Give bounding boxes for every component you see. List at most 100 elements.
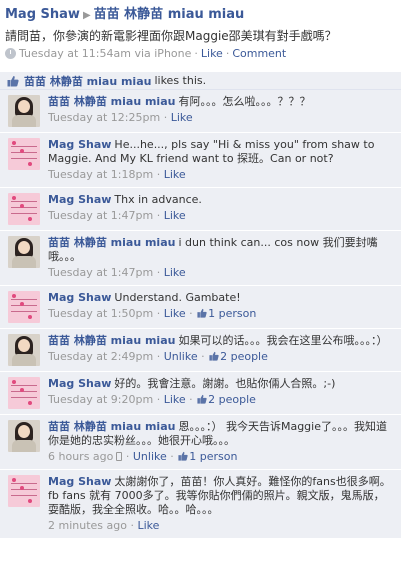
- comment-time: 2 minutes ago: [48, 519, 127, 532]
- comment-item: Mag Shaw Understand. Gambate! Tuesday at 1…: [0, 286, 401, 329]
- comment-body: 苗苗 林静苗 miau miau i dun think can... cos n…: [48, 236, 395, 280]
- comment-item: 苗苗 林静苗 miau miau 有阿。。。怎么啦。。。？？？ Tuesday at…: [0, 90, 401, 133]
- comment-meta: Tuesday at 1:50pm · Like · 1 person: [48, 307, 395, 321]
- comment-like-link[interactable]: Unlike: [133, 450, 167, 463]
- arrow-right-icon: ▶: [82, 10, 91, 21]
- thumbs-up-icon: [7, 75, 19, 86]
- comment-author-link[interactable]: 苗苗 林静苗 miau miau: [48, 236, 175, 249]
- comment-text: 如果可以的话。。。我会在这里公布哦。。。：）: [178, 334, 388, 347]
- likes-name-link[interactable]: 苗苗 林静苗 miau miau: [24, 73, 151, 89]
- post-comment-link[interactable]: Comment: [232, 47, 286, 60]
- comment-like-link[interactable]: Like: [164, 307, 186, 320]
- comment-item: Mag Shaw 太謝謝你了，苗苗！你人真好。難怪你的fans也很多啊。fb fa…: [0, 470, 401, 539]
- avatar[interactable]: [8, 193, 40, 225]
- comment-like-link[interactable]: Like: [171, 111, 193, 124]
- comment-item: Mag Shaw He...he..., pls say "Hi & miss y…: [0, 133, 401, 188]
- meta-separator: ·: [156, 168, 161, 181]
- comment-likes-count[interactable]: 1 person: [189, 450, 237, 463]
- comment-author-link[interactable]: 苗苗 林静苗 miau miau: [48, 95, 175, 108]
- meta-separator: ·: [130, 519, 134, 532]
- comment-time: Tuesday at 1:47pm: [48, 209, 154, 222]
- comment-likes-count[interactable]: 1 person: [208, 307, 256, 320]
- meta-separator: ·: [156, 266, 161, 279]
- comment-like-link[interactable]: Like: [164, 393, 186, 406]
- avatar[interactable]: [8, 475, 40, 507]
- comment-item: Mag Shaw 好的。我會注意。謝謝。也貼你倆人合照。;-) Tuesday at…: [0, 372, 401, 415]
- comment-time: Tuesday at 9:20pm: [48, 393, 154, 406]
- comment-like-link[interactable]: Like: [164, 168, 186, 181]
- comment-body: 苗苗 林静苗 miau miau 恩。。。：） 我今天告诉Maggie了。。。我知…: [48, 420, 395, 464]
- meta-separator: ·: [156, 307, 161, 320]
- post-author-link[interactable]: Mag Shaw: [5, 7, 80, 22]
- post-target-link[interactable]: 苗苗 林静苗 miau miau: [94, 7, 245, 22]
- comment-time: Tuesday at 2:49pm: [48, 350, 154, 363]
- comment-likes-count[interactable]: 2 people: [220, 350, 268, 363]
- avatar[interactable]: [8, 236, 40, 268]
- meta-separator: ·: [156, 209, 161, 222]
- comment-body: 苗苗 林静苗 miau miau 有阿。。。怎么啦。。。？？？ Tuesday at…: [48, 95, 395, 127]
- comment-body: 苗苗 林静苗 miau miau 如果可以的话。。。我会在这里公布哦。。。：） Tu…: [48, 334, 395, 366]
- comment-time: Tuesday at 12:25pm: [48, 111, 161, 124]
- comment-meta: Tuesday at 1:47pm · Like: [48, 266, 395, 280]
- meta-separator: ·: [194, 47, 198, 60]
- comment-list: 苗苗 林静苗 miau miau 有阿。。。怎么啦。。。？？？ Tuesday at…: [0, 90, 401, 539]
- meta-separator: ·: [125, 450, 130, 463]
- meta-separator: ·: [189, 307, 193, 320]
- comment-author-link[interactable]: Mag Shaw: [48, 193, 111, 206]
- meta-separator: ·: [163, 111, 168, 124]
- likes-suffix: likes this.: [154, 74, 207, 87]
- avatar[interactable]: [8, 377, 40, 409]
- comment-author-link[interactable]: Mag Shaw: [48, 475, 111, 488]
- avatar[interactable]: [8, 138, 40, 170]
- comment-time: Tuesday at 1:18pm: [48, 168, 154, 181]
- comment-like-link[interactable]: Unlike: [164, 350, 198, 363]
- clock-icon: [5, 48, 16, 59]
- meta-separator: ·: [156, 350, 161, 363]
- mobile-icon: [116, 452, 123, 461]
- comment-meta: Tuesday at 2:49pm · Unlike · 2 people: [48, 350, 395, 364]
- avatar[interactable]: [8, 334, 40, 366]
- post-like-link[interactable]: Like: [201, 47, 223, 60]
- comment-item: Mag Shaw Thx in advance. Tuesday at 1:47pm…: [0, 188, 401, 231]
- comment-text: Thx in advance.: [114, 193, 202, 206]
- meta-separator: ·: [225, 47, 230, 60]
- comment-author-link[interactable]: Mag Shaw: [48, 138, 111, 151]
- comment-time: Tuesday at 1:50pm: [48, 307, 154, 320]
- comment-item: 苗苗 林静苗 miau miau 恩。。。：） 我今天告诉Maggie了。。。我知…: [0, 415, 401, 470]
- comment-like-link[interactable]: Like: [137, 519, 159, 532]
- meta-separator: ·: [201, 350, 205, 363]
- comment-author-link[interactable]: Mag Shaw: [48, 291, 111, 304]
- meta-separator: ·: [156, 393, 161, 406]
- comment-meta: 2 minutes ago · Like: [48, 519, 395, 533]
- comment-meta: Tuesday at 12:25pm · Like: [48, 111, 395, 125]
- comment-body: Mag Shaw 太謝謝你了，苗苗！你人真好。難怪你的fans也很多啊。fb fa…: [48, 475, 395, 533]
- comment-text: 有阿。。。怎么啦。。。？？？: [178, 95, 311, 108]
- avatar[interactable]: [8, 291, 40, 323]
- comment-time: 6 hours ago: [48, 450, 114, 463]
- comment-meta: 6 hours ago · Unlike · 1 person: [48, 450, 395, 464]
- comment-text: 好的。我會注意。謝謝。也貼你倆人合照。;-): [114, 377, 336, 390]
- comment-time: Tuesday at 1:47pm: [48, 266, 154, 279]
- comment-likes-count[interactable]: 2 people: [208, 393, 256, 406]
- likes-summary: 苗苗 林静苗 miau miau likes this.: [0, 72, 401, 90]
- comment-like-link[interactable]: Like: [164, 266, 186, 279]
- comment-author-link[interactable]: 苗苗 林静苗 miau miau: [48, 420, 175, 433]
- comment-author-link[interactable]: 苗苗 林静苗 miau miau: [48, 334, 175, 347]
- comment-meta: Tuesday at 1:47pm · Like: [48, 209, 395, 223]
- meta-separator: ·: [189, 393, 193, 406]
- post-time: Tuesday at 11:54am via iPhone: [19, 47, 192, 60]
- breadcrumb: Mag Shaw ▶ 苗苗 林静苗 miau miau: [5, 3, 396, 22]
- comment-item: 苗苗 林静苗 miau miau 如果可以的话。。。我会在这里公布哦。。。：） Tu…: [0, 329, 401, 372]
- comment-body: Mag Shaw 好的。我會注意。謝謝。也貼你倆人合照。;-) Tuesday at…: [48, 377, 395, 409]
- post-header: Mag Shaw ▶ 苗苗 林静苗 miau miau 請問苗，你參演的新電影裡面你…: [0, 0, 401, 60]
- post-meta: Tuesday at 11:54am via iPhone · Like · C…: [5, 47, 396, 60]
- post-text: 請問苗，你參演的新電影裡面你跟Maggie邵美琪有對手戲嗎？: [5, 29, 337, 43]
- avatar[interactable]: [8, 420, 40, 452]
- comment-item: 苗苗 林静苗 miau miau i dun think can... cos n…: [0, 231, 401, 286]
- comment-author-link[interactable]: Mag Shaw: [48, 377, 111, 390]
- comment-meta: Tuesday at 9:20pm · Like · 2 people: [48, 393, 395, 407]
- avatar[interactable]: [8, 95, 40, 127]
- comment-like-link[interactable]: Like: [164, 209, 186, 222]
- comment-text: Understand. Gambate!: [114, 291, 241, 304]
- comment-meta: Tuesday at 1:18pm · Like: [48, 168, 395, 182]
